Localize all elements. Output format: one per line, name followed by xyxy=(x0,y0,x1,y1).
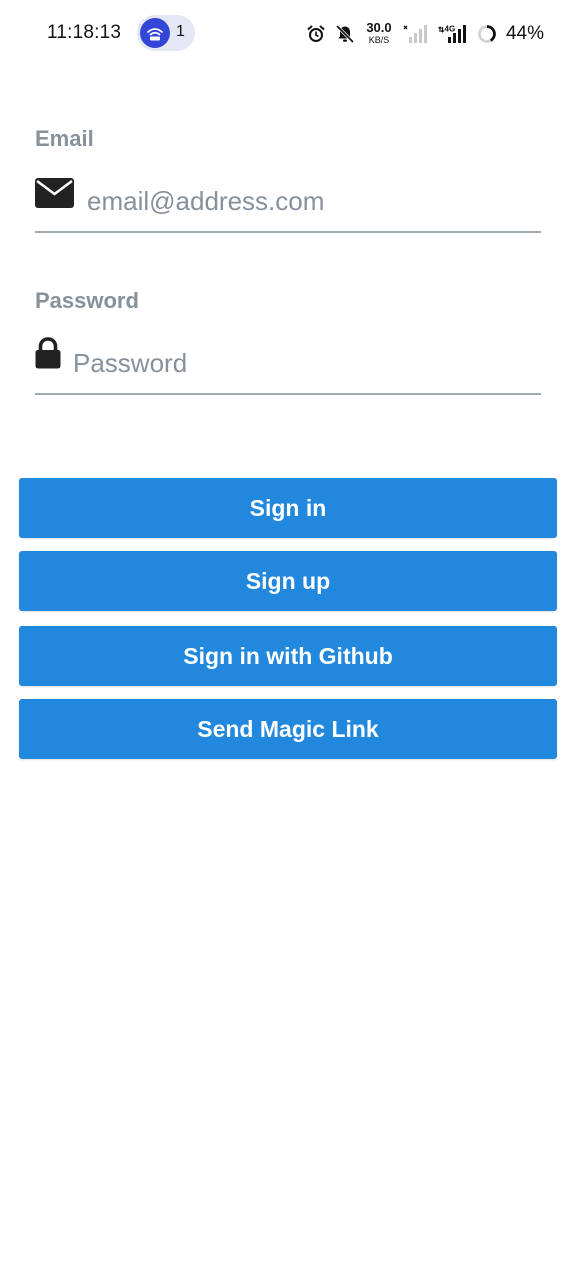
hotspot-icon xyxy=(140,18,170,48)
signal-icon xyxy=(403,25,427,43)
hotspot-count: 1 xyxy=(176,23,185,40)
password-field-row xyxy=(35,333,541,395)
hotspot-indicator[interactable]: 1 xyxy=(137,15,195,51)
email-label: Email xyxy=(35,126,94,151)
signal-4g-icon: 4G xyxy=(438,25,466,43)
svg-text:4G: 4G xyxy=(444,25,455,34)
status-bar: 11:18:13 1 30.0 KB/S 4G 44% xyxy=(0,0,576,66)
lock-icon xyxy=(35,337,61,369)
github-sign-in-button[interactable]: Sign in with Github xyxy=(19,626,557,686)
sign-in-button[interactable]: Sign in xyxy=(19,478,557,538)
status-time: 11:18:13 xyxy=(47,22,122,43)
sign-up-button[interactable]: Sign up xyxy=(19,551,557,611)
envelope-icon xyxy=(35,178,74,208)
login-screen: 11:18:13 1 30.0 KB/S 4G 44% Email email@… xyxy=(0,0,576,1280)
password-input[interactable] xyxy=(73,343,537,383)
password-label: Password xyxy=(35,288,139,313)
magic-link-button[interactable]: Send Magic Link xyxy=(19,699,557,759)
email-field-row xyxy=(35,171,541,233)
battery-ring-icon xyxy=(478,25,496,43)
network-speed-value: 30.0 xyxy=(366,20,392,35)
bell-off-icon xyxy=(336,25,354,43)
network-speed: 30.0 KB/S xyxy=(364,21,394,47)
status-icons: 30.0 KB/S 4G 44% xyxy=(306,20,544,48)
battery-percent: 44% xyxy=(505,23,544,44)
network-speed-unit: KB/S xyxy=(368,35,390,45)
alarm-icon xyxy=(307,25,325,42)
email-input[interactable] xyxy=(87,181,537,221)
